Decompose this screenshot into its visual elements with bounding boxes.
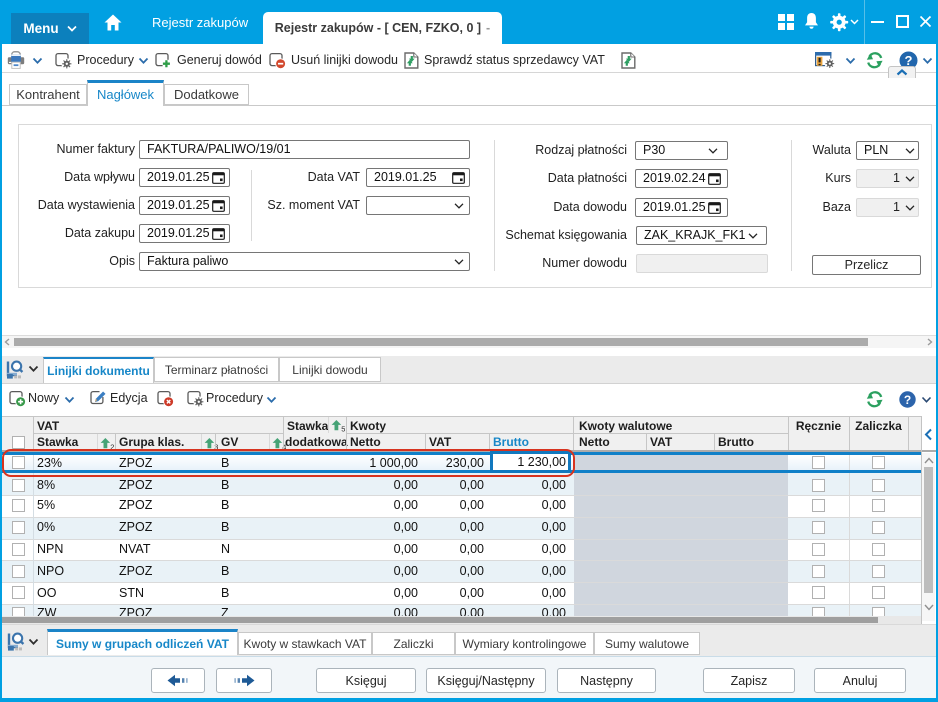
svg-text:5: 5 [341, 425, 345, 432]
svg-text:?: ? [904, 393, 911, 407]
